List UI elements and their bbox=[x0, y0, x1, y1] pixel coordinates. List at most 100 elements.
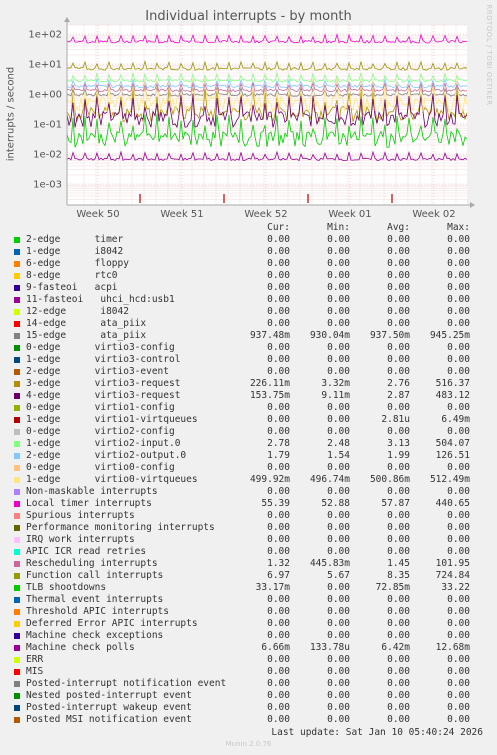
legend-row: 1-edge virtio2-input.0 2.78 2.48 3.13 504.07 bbox=[0, 438, 497, 450]
legend-label: 0-edge virtio0-config bbox=[26, 462, 175, 473]
legend-value-cur: 0.00 bbox=[267, 606, 290, 617]
legend-value-max: 0.00 bbox=[447, 534, 470, 545]
legend-swatch bbox=[14, 369, 20, 375]
legend-value-cur: 0.00 bbox=[267, 366, 290, 377]
x-tick-label: Week 50 bbox=[76, 209, 119, 220]
legend-value-max: 0.00 bbox=[447, 462, 470, 473]
legend-value-avg: 1.99 bbox=[387, 450, 410, 461]
legend-value-avg: 0.00 bbox=[387, 426, 410, 437]
legend-value-avg: 0.00 bbox=[387, 462, 410, 473]
legend-value-min: 0.00 bbox=[327, 666, 350, 677]
legend-swatch bbox=[14, 693, 20, 699]
legend-value-max: 0.00 bbox=[447, 342, 470, 353]
legend-swatch bbox=[14, 609, 20, 615]
legend-value-max: 0.00 bbox=[447, 318, 470, 329]
legend-row: 2-edge virtio2-output.0 1.79 1.54 1.99 126.5… bbox=[0, 450, 497, 462]
col-avg: Avg: bbox=[387, 222, 410, 233]
legend-value-cur: 0.00 bbox=[267, 402, 290, 413]
legend-swatch bbox=[14, 321, 20, 327]
legend-value-cur: 0.00 bbox=[267, 654, 290, 665]
y-tick-label: 1e-01 bbox=[33, 120, 62, 131]
legend-label: 2-edge virtio2-output.0 bbox=[26, 450, 187, 461]
legend-swatch bbox=[14, 261, 20, 267]
legend-value-min: 445.83m bbox=[309, 558, 350, 569]
legend-value-cur: 0.00 bbox=[267, 510, 290, 521]
legend-swatch bbox=[14, 297, 20, 303]
legend-value-cur: 0.00 bbox=[267, 690, 290, 701]
legend-value-max: 512.49m bbox=[429, 474, 470, 485]
legend-value-max: 0.00 bbox=[447, 594, 470, 605]
legend-value-cur: 0.00 bbox=[267, 678, 290, 689]
legend-value-avg: 0.00 bbox=[387, 486, 410, 497]
legend-swatch bbox=[14, 537, 20, 543]
legend-value-avg: 0.00 bbox=[387, 534, 410, 545]
col-min: Min: bbox=[327, 222, 350, 233]
legend-value-min: 52.88 bbox=[321, 498, 350, 509]
legend-swatch bbox=[14, 717, 20, 723]
legend-swatch bbox=[14, 285, 20, 291]
legend-value-avg: 0.00 bbox=[387, 354, 410, 365]
legend-label: 1-edge virtio0-virtqueues bbox=[26, 474, 198, 485]
legend-value-max: 0.00 bbox=[447, 354, 470, 365]
legend-row: IRQ work interrupts 0.00 0.00 0.00 0.00 bbox=[0, 534, 497, 546]
legend-swatch bbox=[14, 333, 20, 339]
legend-value-avg: 0.00 bbox=[387, 246, 410, 257]
legend: 2-edge timer 0.00 0.00 0.00 0.00 1-edge i8042… bbox=[0, 234, 497, 726]
legend-value-min: 0.00 bbox=[327, 294, 350, 305]
legend-value-avg: 500.86m bbox=[369, 474, 410, 485]
legend-label: 11-fasteoi uhci_hcd:usb1 bbox=[26, 294, 175, 305]
legend-value-cur: 6.97 bbox=[267, 570, 290, 581]
legend-row: Posted-interrupt wakeup event 0.00 0.00 0.0… bbox=[0, 702, 497, 714]
legend-value-max: 483.12 bbox=[435, 390, 470, 401]
legend-value-avg: 0.00 bbox=[387, 714, 410, 725]
legend-value-avg: 0.00 bbox=[387, 294, 410, 305]
legend-value-avg: 3.13 bbox=[387, 438, 410, 449]
legend-value-avg: 72.85m bbox=[375, 582, 410, 593]
legend-value-cur: 0.00 bbox=[267, 546, 290, 557]
legend-value-avg: 57.87 bbox=[381, 498, 410, 509]
legend-value-avg: 2.87 bbox=[387, 390, 410, 401]
legend-row: Non-maskable interrupts 0.00 0.00 0.00 0.00 bbox=[0, 486, 497, 498]
legend-value-avg: 0.00 bbox=[387, 366, 410, 377]
y-axis-arrow bbox=[64, 17, 70, 22]
legend-value-max: 101.95 bbox=[435, 558, 470, 569]
legend-value-cur: 2.78 bbox=[267, 438, 290, 449]
legend-label: 6-edge floppy bbox=[26, 258, 129, 269]
legend-value-cur: 0.00 bbox=[267, 630, 290, 641]
legend-row: 0-edge virtio3-config 0.00 0.00 0.00 0.00 bbox=[0, 342, 497, 354]
legend-row: Machine check polls 6.66m 133.78u 6.42m 12.6… bbox=[0, 642, 497, 654]
legend-value-cur: 0.00 bbox=[267, 486, 290, 497]
legend-value-min: 0.00 bbox=[327, 414, 350, 425]
legend-label: APIC ICR read retries bbox=[26, 546, 147, 557]
legend-value-min: 0.00 bbox=[327, 546, 350, 557]
legend-row: 0-edge virtio0-config 0.00 0.00 0.00 0.00 bbox=[0, 462, 497, 474]
legend-label: Thermal event interrupts bbox=[26, 594, 164, 605]
legend-row: TLB shootdowns 33.17m 0.00 72.85m 33.22 bbox=[0, 582, 497, 594]
legend-value-avg: 2.81u bbox=[381, 414, 410, 425]
legend-value-max: 0.00 bbox=[447, 702, 470, 713]
legend-value-cur: 1.79 bbox=[267, 450, 290, 461]
legend-swatch bbox=[14, 549, 20, 555]
legend-row: Function call interrupts 6.97 5.67 8.35 724.… bbox=[0, 570, 497, 582]
legend-value-max: 0.00 bbox=[447, 486, 470, 497]
legend-swatch bbox=[14, 573, 20, 579]
legend-value-max: 504.07 bbox=[435, 438, 470, 449]
y-ticks: 1e+02 1e+01 1e+00 1e-01 1e-02 1e-03 bbox=[28, 30, 62, 191]
munin-version: Munin 2.0.76 bbox=[225, 740, 272, 748]
legend-value-min: 0.00 bbox=[327, 678, 350, 689]
legend-value-min: 0.00 bbox=[327, 582, 350, 593]
legend-row: Threshold APIC interrupts 0.00 0.00 0.00 0.0… bbox=[0, 606, 497, 618]
legend-value-cur: 499.92m bbox=[249, 474, 290, 485]
legend-value-min: 0.00 bbox=[327, 426, 350, 437]
legend-value-min: 0.00 bbox=[327, 534, 350, 545]
legend-value-max: 0.00 bbox=[447, 606, 470, 617]
legend-swatch bbox=[14, 429, 20, 435]
legend-row: 4-edge virtio3-request 153.75m 9.11m 2.87 48… bbox=[0, 390, 497, 402]
y-tick-label: 1e-02 bbox=[33, 150, 62, 161]
legend-value-max: 12.68m bbox=[435, 642, 470, 653]
legend-value-max: 516.37 bbox=[435, 378, 470, 389]
legend-label: 15-edge ata_piix bbox=[26, 330, 147, 341]
legend-row: 2-edge virtio3-event 0.00 0.00 0.00 0.00 bbox=[0, 366, 497, 378]
legend-row: 0-edge virtio2-config 0.00 0.00 0.00 0.00 bbox=[0, 426, 497, 438]
legend-swatch bbox=[14, 705, 20, 711]
